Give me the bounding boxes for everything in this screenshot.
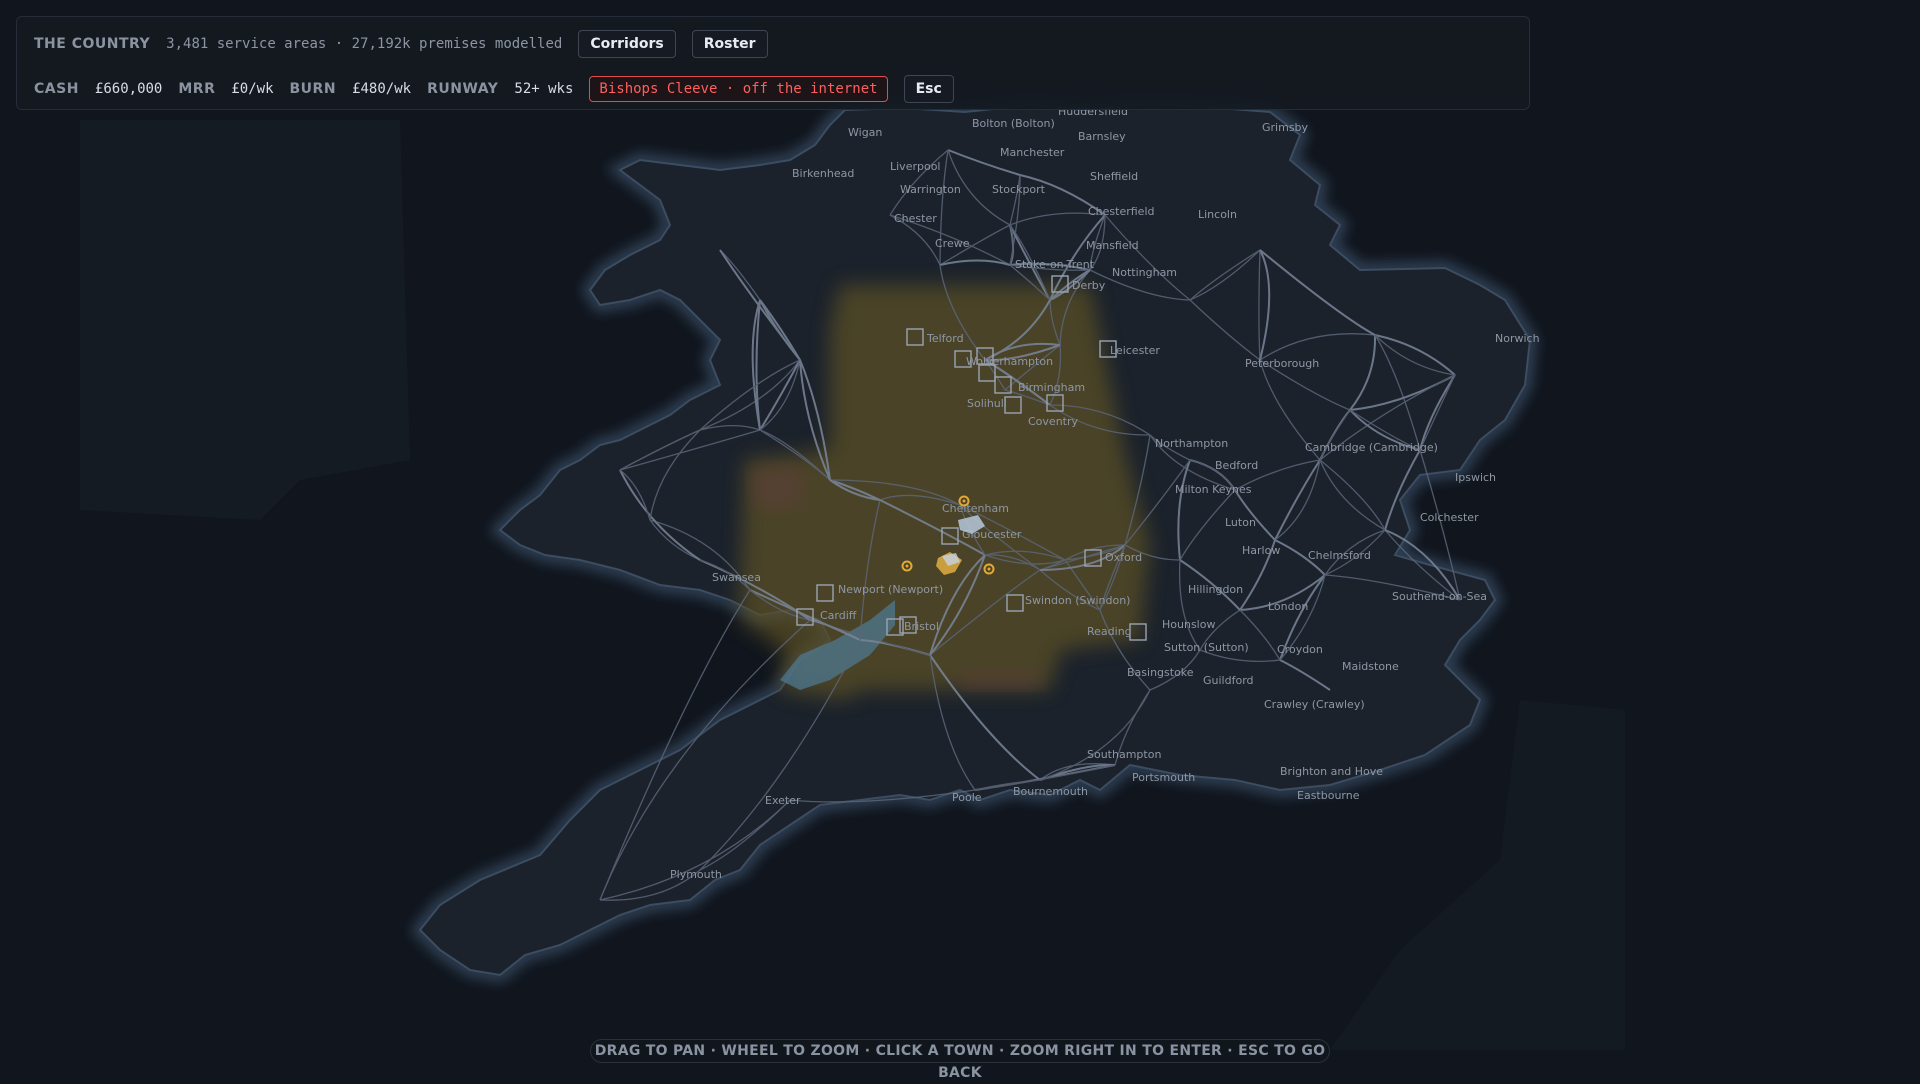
town-label: Barnsley (1078, 130, 1126, 143)
hud-stats-row: CASH £660,000 MRR £0/wk BURN £480/wk RUN… (34, 74, 954, 104)
runway-label: RUNWAY (427, 81, 499, 97)
town-label: Grimsby (1262, 121, 1309, 134)
town-label: Swindon (Swindon) (1025, 594, 1130, 607)
town-label: Norwich (1495, 332, 1540, 345)
activity-marker-dot (962, 499, 966, 503)
town-label: Exeter (765, 794, 801, 807)
activity-marker-dot (987, 567, 991, 571)
country-map[interactable]: HuddersfieldGrimsbyBolton (Bolton)Wigan B… (0, 0, 1920, 1080)
town-label: Lincoln (1198, 208, 1237, 221)
town-label: Brighton and Hove (1280, 765, 1383, 778)
town-label: Stockport (992, 183, 1046, 196)
cash-label: CASH (34, 81, 79, 97)
ireland-shadow (80, 120, 410, 520)
burn-value: £480/wk (352, 81, 412, 97)
hud-header-row: THE COUNTRY 3,481 service areas · 27,192… (34, 29, 768, 59)
page-title: THE COUNTRY (34, 36, 151, 52)
top-hud: THE COUNTRY 3,481 service areas · 27,192… (16, 16, 1530, 110)
coverage-summary: 3,481 service areas · 27,192k premises m… (166, 36, 563, 52)
town-label: Portsmouth (1132, 771, 1195, 784)
town-label: Derby (1072, 279, 1106, 292)
town-label: Sheffield (1090, 170, 1138, 183)
town-label: Swansea (712, 571, 761, 584)
town-label: Solihull (967, 397, 1007, 410)
town-label: Chester (894, 212, 937, 225)
town-label: Newport (Newport) (838, 583, 943, 596)
town-label: Bolton (Bolton) (972, 117, 1055, 130)
town-label: Harlow (1242, 544, 1280, 557)
controls-hint: DRAG TO PAN · WHEEL TO ZOOM · CLICK A TO… (590, 1039, 1330, 1081)
town-label: Wolverhampton (966, 355, 1053, 368)
roster-button[interactable]: Roster (691, 30, 768, 58)
town-label: Birmingham (1018, 381, 1085, 394)
mrr-label: MRR (178, 81, 216, 97)
burn-label: BURN (289, 81, 337, 97)
town-label: Bedford (1215, 459, 1258, 472)
town-label: Bristol (904, 620, 939, 633)
town-label: Milton Keynes (1175, 483, 1252, 496)
corridors-button[interactable]: Corridors (578, 30, 676, 58)
town-label: Telford (926, 332, 964, 345)
town-label: Poole (952, 791, 982, 804)
town-label: Cardiff (820, 609, 857, 622)
cash-value: £660,000 (94, 81, 163, 97)
town-label: Basingstoke (1127, 666, 1194, 679)
town-label: Oxford (1105, 551, 1142, 564)
town-label: Stoke-on-Trent (1015, 258, 1095, 271)
mrr-value: £0/wk (231, 81, 274, 97)
town-label: Leicester (1110, 344, 1160, 357)
town-label: Croydon (1277, 643, 1323, 656)
town-label: Ipswich (1455, 471, 1496, 484)
town-label: Guildford (1203, 674, 1254, 687)
esc-button[interactable]: Esc (903, 75, 954, 103)
town-label: Coventry (1028, 415, 1078, 428)
town-label: Colchester (1420, 511, 1479, 524)
town-label: Crawley (Crawley) (1264, 698, 1365, 711)
town-label: Birkenhead (792, 167, 854, 180)
town-label: Chelmsford (1308, 549, 1371, 562)
town-label: Peterborough (1245, 357, 1319, 370)
town-label: Northampton (1155, 437, 1228, 450)
town-label: London (1268, 600, 1308, 613)
town-label: Cheltenham (942, 502, 1009, 515)
town-label: Hounslow (1162, 618, 1215, 631)
town-label: Sutton (Sutton) (1164, 641, 1249, 654)
town-label: Southampton (1087, 748, 1161, 761)
town-label: Wigan (848, 126, 882, 139)
town-label: Southend-on-Sea (1392, 590, 1487, 603)
town-label: Mansfield (1086, 239, 1139, 252)
town-label: Eastbourne (1297, 789, 1360, 802)
town-label: Maidstone (1342, 660, 1399, 673)
town-label: Reading (1087, 625, 1132, 638)
town-label: Cambridge (Cambridge) (1305, 441, 1438, 454)
town-label: Warrington (900, 183, 961, 196)
town-label: Bournemouth (1013, 785, 1088, 798)
town-label: Manchester (1000, 146, 1065, 159)
town-label: Luton (1225, 516, 1256, 529)
town-label: Hillingdon (1188, 583, 1243, 596)
town-label: Plymouth (670, 868, 722, 881)
town-label: Crewe (935, 237, 970, 250)
outage-alert-badge[interactable]: Bishops Cleeve · off the internet (589, 76, 888, 102)
activity-marker-dot (905, 564, 909, 568)
town-label: Nottingham (1112, 266, 1177, 279)
town-label: Liverpool (890, 160, 940, 173)
town-label: Chesterfield (1088, 205, 1155, 218)
runway-value: 52+ wks (514, 81, 574, 97)
